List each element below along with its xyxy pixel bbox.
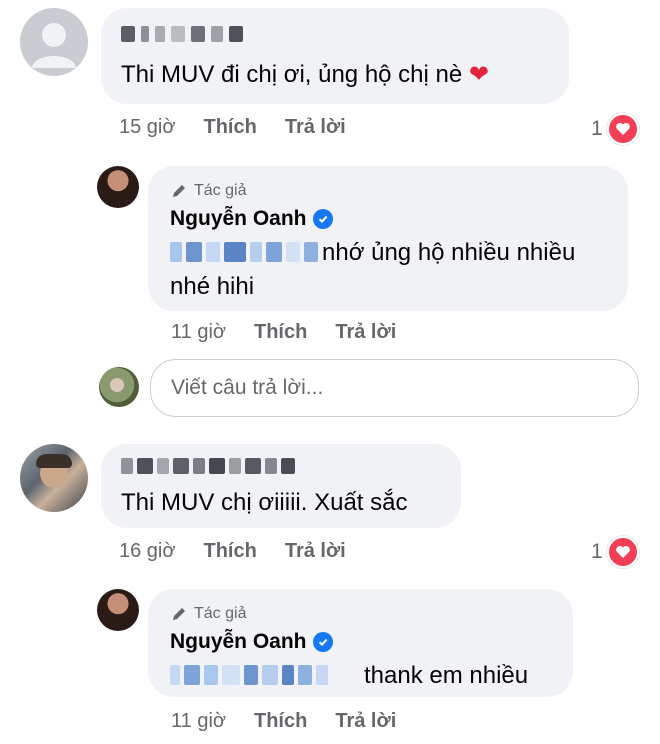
like-button[interactable]: Thích: [254, 321, 307, 344]
reply-actions: 11 giờ Thích Trả lời: [171, 321, 396, 344]
red-heart-emoji-icon: ❤: [468, 61, 490, 88]
reaction-count: 1: [591, 540, 603, 563]
like-button[interactable]: Thích: [203, 540, 256, 563]
author-name[interactable]: Nguyễn Oanh: [170, 207, 333, 231]
comment-actions: 16 giờ Thích Trả lời: [119, 540, 346, 563]
author-avatar[interactable]: [97, 166, 139, 208]
author-name[interactable]: Nguyễn Oanh: [170, 630, 333, 654]
reply-button[interactable]: Trả lời: [285, 116, 346, 139]
commenter-avatar-default[interactable]: [20, 8, 88, 76]
default-avatar-icon: [32, 23, 76, 68]
author-badge: Tác giả: [170, 605, 246, 623]
commenter-avatar[interactable]: [20, 444, 88, 512]
reaction-summary[interactable]: 1: [591, 113, 639, 145]
reply-text: thank em nhiều: [364, 662, 529, 689]
heart-reaction-icon: [606, 536, 639, 568]
comment-text: Thi MUV đi chị ơi, ủng hộ chị nè ❤: [121, 61, 490, 88]
comment-bubble: Thi MUV đi chị ơi, ủng hộ chị nè ❤: [101, 8, 569, 104]
reply-input-placeholder: Viết câu trả lời...: [171, 376, 324, 399]
verified-badge-icon: [312, 209, 333, 229]
comment-time[interactable]: 16 giờ: [119, 540, 175, 563]
reply-button[interactable]: Trả lời: [335, 710, 396, 733]
reply-input[interactable]: Viết câu trả lời...: [150, 359, 639, 417]
verified-badge-icon: [312, 632, 333, 652]
reaction-summary[interactable]: 1: [591, 536, 639, 568]
author-avatar[interactable]: [97, 589, 139, 631]
reply-bubble: Tác giả Nguyễn Oanh thank em nhiều: [148, 589, 573, 697]
reply-text-line1: nhớ ủng hộ nhiều nhiều: [322, 239, 576, 266]
blurred-commenter-name: [121, 26, 243, 42]
reply-time[interactable]: 11 giờ: [171, 321, 226, 344]
blurred-commenter-name: [121, 458, 295, 474]
current-user-avatar: [99, 367, 139, 407]
blurred-mention-tag[interactable]: [170, 242, 318, 262]
heart-reaction-icon: [606, 113, 639, 145]
reply-button[interactable]: Trả lời: [285, 540, 346, 563]
blurred-mention-tag[interactable]: [170, 665, 328, 685]
reply-bubble: Tác giả Nguyễn Oanh nhớ ủng hộ nhiều nhi…: [148, 166, 628, 311]
comment-text: Thi MUV chị ơiiiii. Xuất sắc: [121, 489, 408, 516]
reply-actions: 11 giờ Thích Trả lời: [171, 710, 396, 733]
author-badge: Tác giả: [170, 182, 246, 200]
pen-icon: [173, 185, 185, 197]
pen-icon: [173, 608, 185, 620]
comment-time[interactable]: 15 giờ: [119, 116, 175, 139]
reply-text-line2: nhé hihi: [170, 273, 255, 300]
like-button[interactable]: Thích: [203, 116, 256, 139]
reply-time[interactable]: 11 giờ: [171, 710, 226, 733]
comment-actions: 15 giờ Thích Trả lời: [119, 116, 346, 139]
reaction-count: 1: [591, 117, 603, 140]
comment-bubble: Thi MUV chị ơiiiii. Xuất sắc: [101, 444, 461, 528]
reply-button[interactable]: Trả lời: [335, 321, 396, 344]
like-button[interactable]: Thích: [254, 710, 307, 733]
